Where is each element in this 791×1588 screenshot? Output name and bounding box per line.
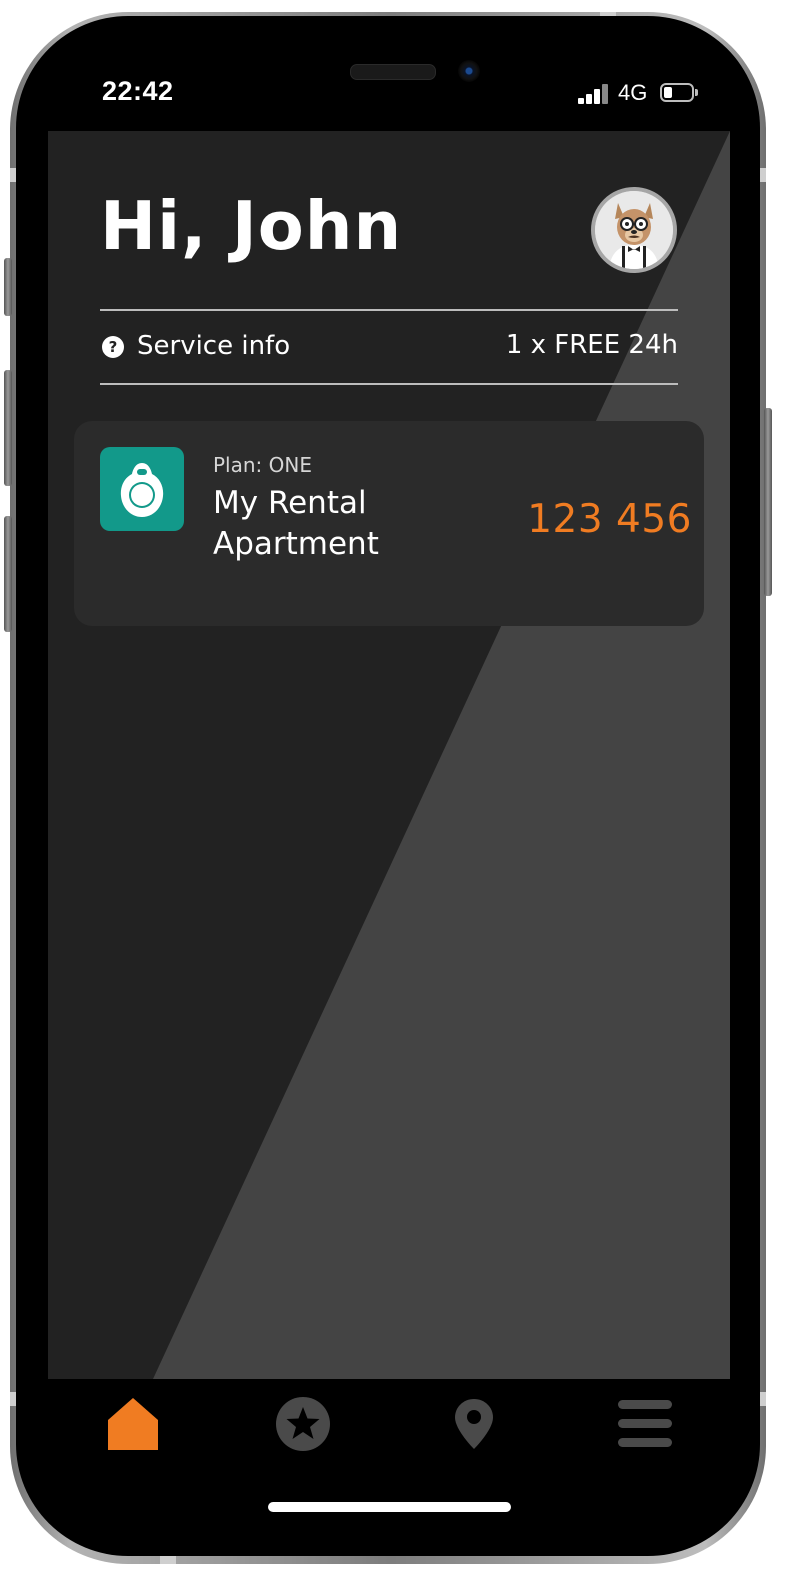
access-code: 123 456 — [527, 497, 692, 542]
tab-bar — [48, 1379, 730, 1479]
side-button-action — [4, 258, 12, 316]
status-time: 22:42 — [102, 76, 174, 106]
page-title: Hi, John — [100, 187, 403, 265]
side-button-power — [764, 408, 772, 596]
location-pin-icon — [455, 1399, 493, 1449]
antenna-band — [160, 1556, 176, 1564]
divider-bottom — [100, 383, 678, 385]
star-icon — [276, 1397, 330, 1451]
diagonal-background — [153, 131, 730, 1379]
tab-home[interactable] — [73, 1379, 193, 1469]
hamburger-menu-icon — [618, 1400, 672, 1447]
status-bar: 22:42 4G — [48, 72, 732, 116]
tab-locations[interactable] — [414, 1379, 534, 1469]
device-name: My Rental Apartment — [213, 485, 379, 562]
divider-top — [100, 309, 678, 311]
tab-menu[interactable] — [585, 1379, 705, 1469]
home-indicator[interactable] — [268, 1502, 511, 1512]
plan-label: Plan: ONE — [213, 453, 312, 477]
home-icon — [108, 1398, 158, 1450]
service-info-label: Service info — [137, 331, 291, 361]
help-icon: ? — [102, 336, 124, 358]
tab-favorites[interactable] — [243, 1379, 363, 1469]
signal-icon — [578, 82, 612, 104]
side-button-volume-down — [4, 516, 12, 632]
battery-icon — [660, 83, 698, 102]
network-type: 4G — [618, 80, 648, 105]
service-info-row[interactable]: ? Service info 1 x FREE 24h — [100, 326, 678, 368]
device-card[interactable]: Plan: ONE My Rental Apartment 123 456 — [74, 421, 704, 626]
dog-avatar-icon[interactable] — [591, 187, 677, 273]
free-offer-label: 1 x FREE 24h — [505, 330, 678, 360]
key-fob-icon — [100, 447, 184, 531]
side-button-volume-up — [4, 370, 12, 486]
app-screen: Hi, John ? Service info 1 x FREE 24h Pla… — [48, 131, 730, 1379]
